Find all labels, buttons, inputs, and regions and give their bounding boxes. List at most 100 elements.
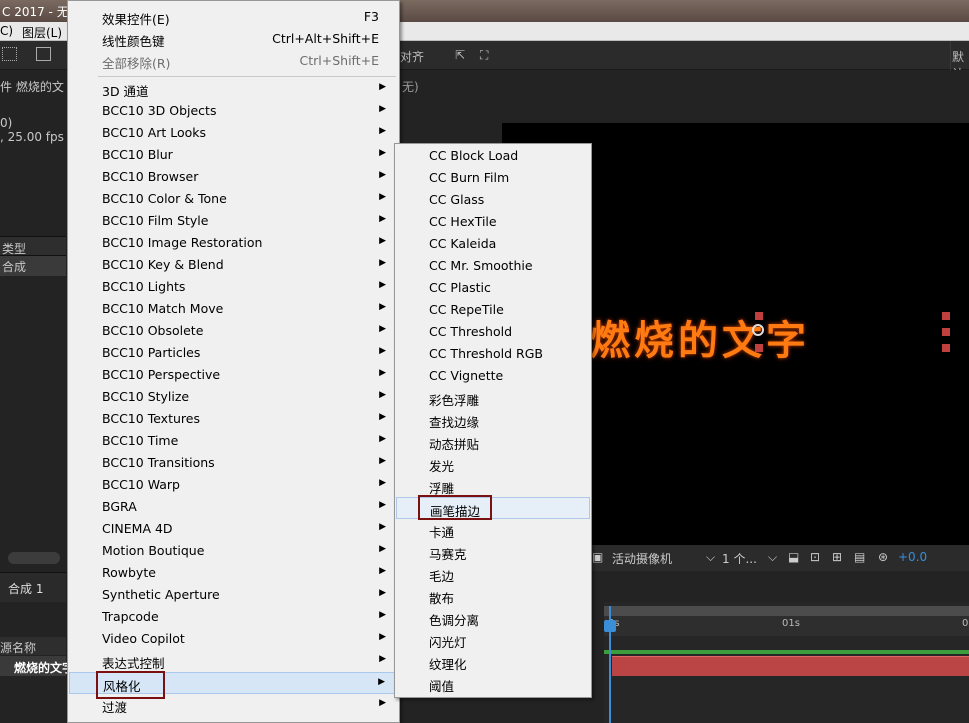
menu-item-category[interactable]: BCC10 Browser ▶: [69, 166, 398, 188]
submenu-item[interactable]: 浮雕: [396, 475, 590, 497]
align-label[interactable]: 对齐: [400, 48, 424, 65]
snap-icon[interactable]: ⇱: [455, 48, 465, 62]
menu-item-category[interactable]: BCC10 Lights ▶: [69, 276, 398, 298]
menu-item-label: CINEMA 4D: [102, 521, 173, 536]
menu-item-category[interactable]: CINEMA 4D ▶: [69, 518, 398, 540]
submenu-item[interactable]: 阈值: [396, 673, 590, 695]
submenu-item[interactable]: 查找边缘: [396, 409, 590, 431]
menu-item-category[interactable]: BCC10 Obsolete ▶: [69, 320, 398, 342]
menu-item-category[interactable]: BCC10 Warp ▶: [69, 474, 398, 496]
timeline-layer-row[interactable]: 燃烧的文字: [0, 656, 74, 676]
submenu-item[interactable]: CC Mr. Smoothie: [396, 255, 590, 277]
submenu-item[interactable]: 马赛克: [396, 541, 590, 563]
camera-dropdown-icon[interactable]: ⌵: [706, 550, 715, 565]
project-panel: 件 燃烧的文 0) , 25.00 fps: [0, 70, 66, 210]
menu-item-category[interactable]: BCC10 Particles ▶: [69, 342, 398, 364]
tab-comp-1[interactable]: 合成 1: [8, 580, 43, 597]
submenu-item[interactable]: 彩色浮雕: [396, 387, 590, 409]
menu-item-linear-color-key[interactable]: 线性颜色键 Ctrl+Alt+Shift+E: [69, 28, 398, 50]
work-area-bar[interactable]: [604, 606, 969, 616]
menu-item-category[interactable]: 3D 通道 ▶: [69, 78, 398, 100]
submenu-item[interactable]: 发光: [396, 453, 590, 475]
grid-toggle-icon[interactable]: ▣: [592, 550, 603, 564]
transform-handle[interactable]: [942, 328, 950, 336]
menu-item-category[interactable]: Motion Boutique ▶: [69, 540, 398, 562]
submenu-item[interactable]: CC Vignette: [396, 365, 590, 387]
menu-item-category[interactable]: BCC10 Art Looks ▶: [69, 122, 398, 144]
submenu-item[interactable]: CC Plastic: [396, 277, 590, 299]
submenu-item[interactable]: 散布: [396, 585, 590, 607]
transform-handle[interactable]: [755, 312, 763, 320]
toggle-view-icon[interactable]: ⬓: [788, 550, 799, 564]
exposure-reset-icon[interactable]: ⊛: [878, 550, 888, 564]
submenu-item[interactable]: 纹理化: [396, 651, 590, 673]
composition-text-layer[interactable]: 燃烧的文字: [590, 308, 810, 366]
project-scrollbar[interactable]: [8, 552, 60, 564]
menu-item-category[interactable]: BCC10 Blur ▶: [69, 144, 398, 166]
menu-item-category[interactable]: BCC10 Textures ▶: [69, 408, 398, 430]
submenu-item[interactable]: 动态拼贴: [396, 431, 590, 453]
transform-handle[interactable]: [755, 344, 763, 352]
project-list-row[interactable]: 合成: [0, 256, 66, 276]
menu-item-category[interactable]: Synthetic Aperture ▶: [69, 584, 398, 606]
view-layout-select[interactable]: 1 个...: [722, 550, 757, 567]
project-list-header[interactable]: 类型: [0, 236, 66, 256]
menu-item-category[interactable]: BCC10 Film Style ▶: [69, 210, 398, 232]
submenu-item[interactable]: CC Burn Film: [396, 167, 590, 189]
menu-item-category[interactable]: BCC10 Match Move ▶: [69, 298, 398, 320]
transform-handle[interactable]: [942, 312, 950, 320]
menu-item-category[interactable]: Rowbyte ▶: [69, 562, 398, 584]
submenu-item[interactable]: 闪光灯: [396, 629, 590, 651]
menu-item-category[interactable]: BCC10 Perspective ▶: [69, 364, 398, 386]
layer-name: 燃烧的文字: [14, 661, 75, 675]
submenu-item[interactable]: 画笔描边: [396, 497, 590, 519]
menu-item-category[interactable]: BCC10 3D Objects ▶: [69, 100, 398, 122]
transform-handle[interactable]: [942, 344, 950, 352]
submenu-item[interactable]: CC Glass: [396, 189, 590, 211]
submenu-item-label: 浮雕: [429, 481, 455, 496]
menu-item-category[interactable]: BCC10 Transitions ▶: [69, 452, 398, 474]
menu-item-category[interactable]: BCC10 Time ▶: [69, 430, 398, 452]
time-ruler[interactable]: 0s 01s 02s: [604, 616, 969, 636]
menu-item-category[interactable]: BCC10 Color & Tone ▶: [69, 188, 398, 210]
menu-item-shortcut: Ctrl+Alt+Shift+E: [272, 31, 379, 46]
submenu-item[interactable]: 毛边: [396, 563, 590, 585]
menu-item-category[interactable]: BCC10 Key & Blend ▶: [69, 254, 398, 276]
anchor-point-icon[interactable]: [752, 324, 764, 336]
menu-item-category[interactable]: 表达式控制 ▶: [69, 650, 398, 672]
submenu-item[interactable]: CC Threshold RGB: [396, 343, 590, 365]
submenu-item[interactable]: CC Block Load: [396, 145, 590, 167]
menu-item-category[interactable]: 过渡 ▶: [69, 694, 398, 716]
flowchart-icon[interactable]: ⊞: [832, 550, 842, 564]
submenu-item[interactable]: CC HexTile: [396, 211, 590, 233]
submenu-item[interactable]: 色调分离: [396, 607, 590, 629]
snapshot-icon[interactable]: ⊡: [810, 550, 820, 564]
menu-item-category[interactable]: BCC10 Image Restoration ▶: [69, 232, 398, 254]
view-dropdown-icon[interactable]: ⌵: [768, 550, 777, 565]
submenu-item[interactable]: CC RepeTile: [396, 299, 590, 321]
menu-item-category[interactable]: Trapcode ▶: [69, 606, 398, 628]
project-info-fps: , 25.00 fps: [0, 130, 64, 144]
layer-duration-bar[interactable]: [612, 656, 969, 676]
menu-item-effect-controls[interactable]: 效果控件(E) F3: [69, 6, 398, 28]
camera-select[interactable]: 活动摄像机: [612, 550, 672, 567]
menu-item-category[interactable]: Video Copilot ▶: [69, 628, 398, 650]
column-source-name[interactable]: 源名称: [0, 639, 36, 656]
submenu-item[interactable]: CC Kaleida: [396, 233, 590, 255]
submenu-item[interactable]: 卡通: [396, 519, 590, 541]
effect-controls-area: 无): [400, 70, 969, 123]
playhead-handle[interactable]: [604, 620, 616, 632]
menu-item-label: 风格化: [103, 679, 141, 694]
menu-item-category[interactable]: BGRA ▶: [69, 496, 398, 518]
expand-icon[interactable]: ⛶: [480, 48, 488, 63]
layout-icon[interactable]: ▤: [854, 550, 865, 564]
menu-layer[interactable]: 图层(L): [22, 24, 62, 41]
menu-item-category[interactable]: BCC10 Stylize ▶: [69, 386, 398, 408]
menu-item-category[interactable]: 风格化 ▶: [69, 672, 398, 694]
submenu-item[interactable]: CC Threshold: [396, 321, 590, 343]
rectangle-tool-icon[interactable]: [36, 47, 51, 61]
column-type[interactable]: 类型: [2, 240, 26, 257]
exposure-value[interactable]: +0.0: [898, 550, 927, 564]
marquee-tool-icon[interactable]: [2, 47, 17, 61]
menu-composition[interactable]: C): [0, 24, 13, 38]
